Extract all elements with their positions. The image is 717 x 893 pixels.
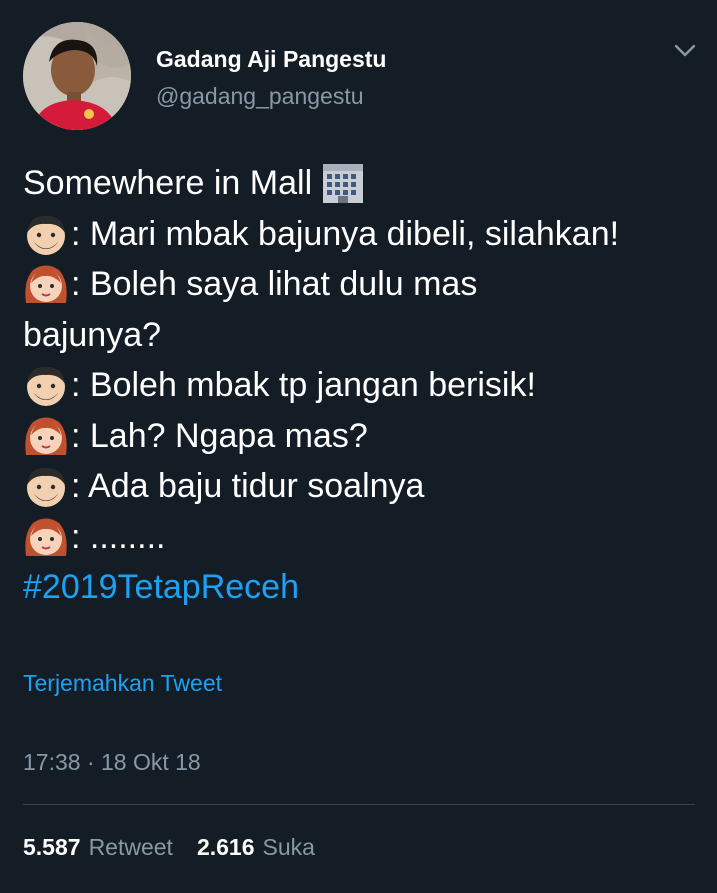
tweet-line-text: : Mari mbak bajunya dibeli, silahkan!	[71, 214, 620, 253]
divider	[23, 804, 695, 805]
tweet-line-text: bajunya?	[23, 315, 162, 354]
man-emoji-icon	[23, 211, 69, 257]
tweet-line: : Boleh mbak tp jangan berisik!	[23, 360, 703, 411]
man-emoji-icon	[23, 362, 69, 408]
woman-emoji-icon	[23, 413, 69, 459]
tweet-stats: 5.587 Retweet 2.616 Suka	[23, 834, 339, 861]
retweets-count: 5.587	[23, 834, 81, 860]
author-handle[interactable]: @gadang_pangestu	[156, 83, 364, 110]
tweet-line: Somewhere in Mall	[23, 158, 703, 209]
man-emoji-icon	[23, 463, 69, 509]
hashtag-link[interactable]: #2019TetapReceh	[23, 562, 299, 613]
woman-emoji-icon	[23, 261, 69, 307]
tweet-text: Somewhere in Mall: Mari mbak bajunya di…	[23, 158, 703, 613]
tweet-line-text: : Boleh saya lihat dulu mas	[71, 265, 478, 303]
woman-emoji-icon	[23, 514, 69, 560]
author-display-name[interactable]: Gadang Aji Pangestu	[156, 46, 386, 73]
tweet-line: : ........	[23, 512, 703, 563]
tweet-line: : Ada baju tidur soalnya	[23, 461, 703, 512]
tweet-line-text: Somewhere in Mall	[23, 164, 313, 202]
likes-count: 2.616	[196, 834, 255, 860]
translate-tweet-link[interactable]: Terjemahkan Tweet	[23, 670, 222, 697]
office-building-icon	[320, 161, 366, 205]
tweet-line: : Lah? Ngapa mas?	[23, 411, 703, 462]
tweet-line: bajunya?	[23, 310, 703, 361]
tweet-timestamp[interactable]: 17:38 · 18 Okt 18	[23, 749, 201, 776]
tweet-line-text: : ........	[71, 517, 166, 556]
retweets-stat[interactable]: 5.587 Retweet	[23, 834, 173, 861]
avatar[interactable]	[23, 22, 131, 130]
tweet-line-text: : Ada baju tidur soalnya	[71, 467, 425, 505]
chevron-down-icon[interactable]	[672, 40, 698, 60]
likes-stat[interactable]: 2.616 Suka	[197, 834, 315, 861]
tweet-line: : Mari mbak bajunya dibeli, silahkan!	[23, 209, 703, 260]
tweet-line: #2019TetapReceh	[23, 562, 703, 613]
tweet-line-text: : Lah? Ngapa mas?	[71, 416, 368, 455]
retweets-label: Retweet	[88, 834, 173, 860]
tweet-line-text: : Boleh mbak tp jangan berisik!	[71, 366, 536, 404]
tweet-line: : Boleh saya lihat dulu mas	[23, 259, 703, 310]
likes-label: Suka	[262, 834, 315, 860]
